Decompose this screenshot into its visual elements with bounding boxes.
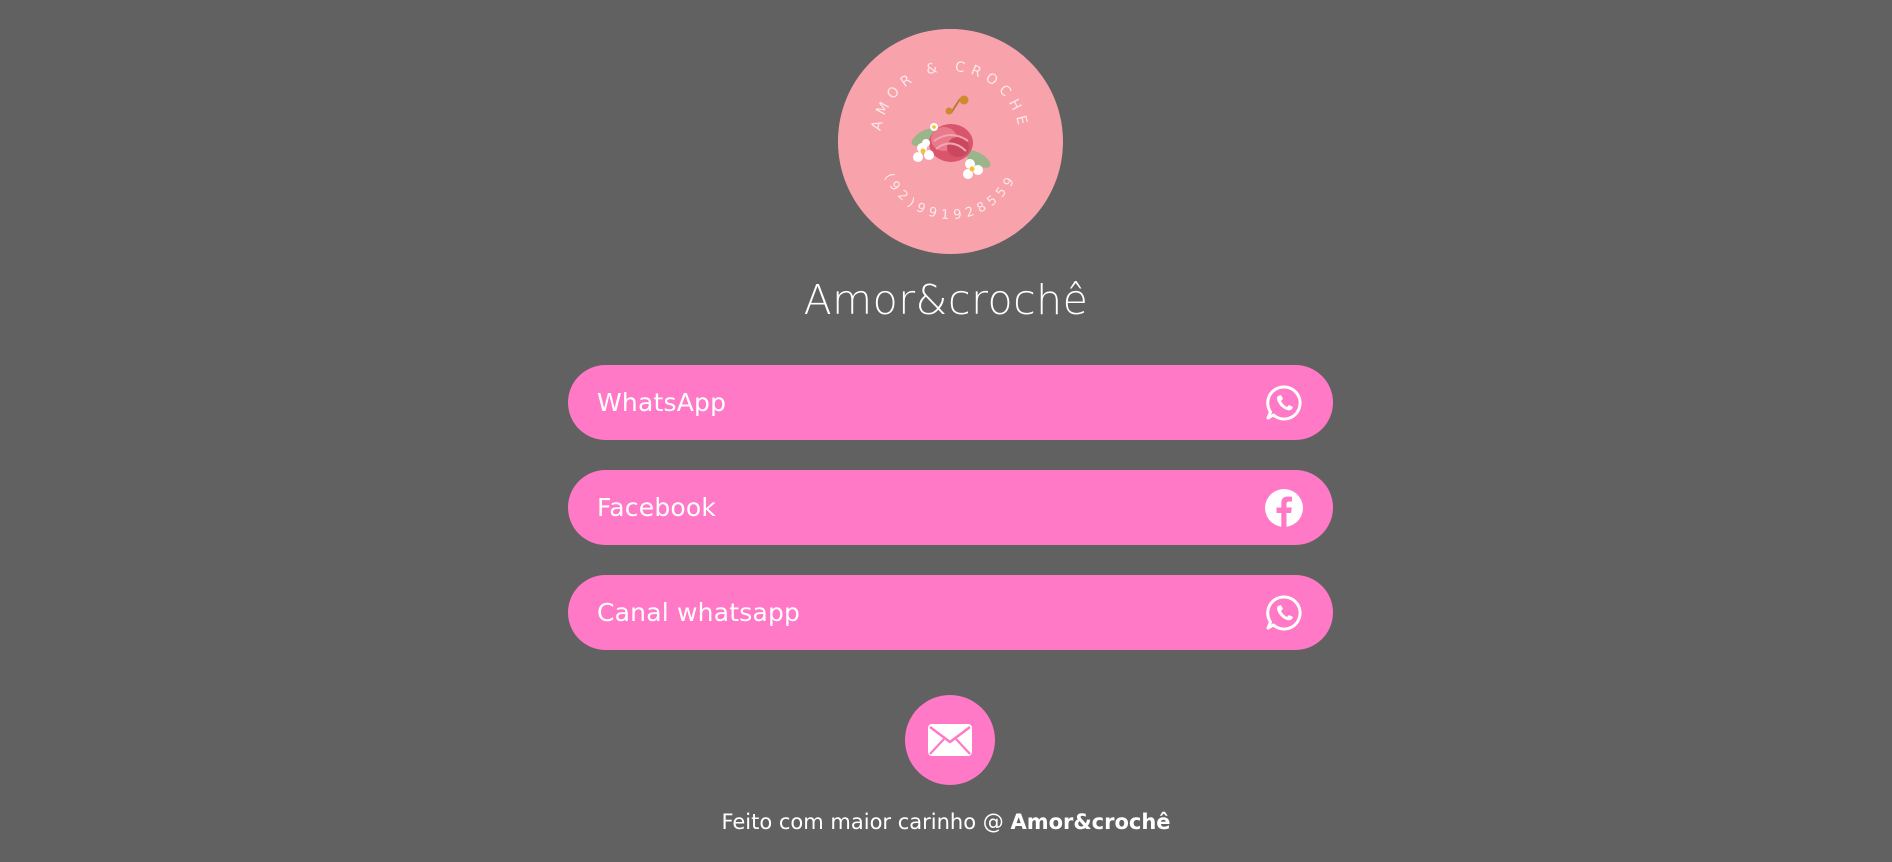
profile-name: Amor&crochê [803,276,1089,324]
profile-logo: AMOR & CROCHE (92)991928559 [838,29,1063,254]
canal-whatsapp-link-button[interactable]: Canal whatsapp [568,575,1333,650]
link-label: Canal whatsapp [597,598,801,627]
facebook-link-button[interactable]: Facebook [568,470,1333,545]
logo-image: AMOR & CROCHE (92)991928559 [838,29,1062,253]
link-list: WhatsApp Facebook Canal whatsapp [568,365,1333,680]
footer-brand-link[interactable]: Amor&crochê [1010,810,1170,834]
link-label: Facebook [597,493,717,522]
whatsapp-icon [1264,383,1304,423]
facebook-icon [1264,488,1304,528]
envelope-icon [928,724,972,756]
footer: Feito com maior carinho @ Amor&crochê [0,808,1892,836]
page: AMOR & CROCHE (92)991928559 Amor&crochê … [0,0,1892,862]
whatsapp-link-button[interactable]: WhatsApp [568,365,1333,440]
footer-text: Feito com maior carinho @ [721,810,1011,834]
email-button[interactable] [905,695,995,785]
whatsapp-icon [1264,593,1304,633]
link-label: WhatsApp [597,388,727,417]
